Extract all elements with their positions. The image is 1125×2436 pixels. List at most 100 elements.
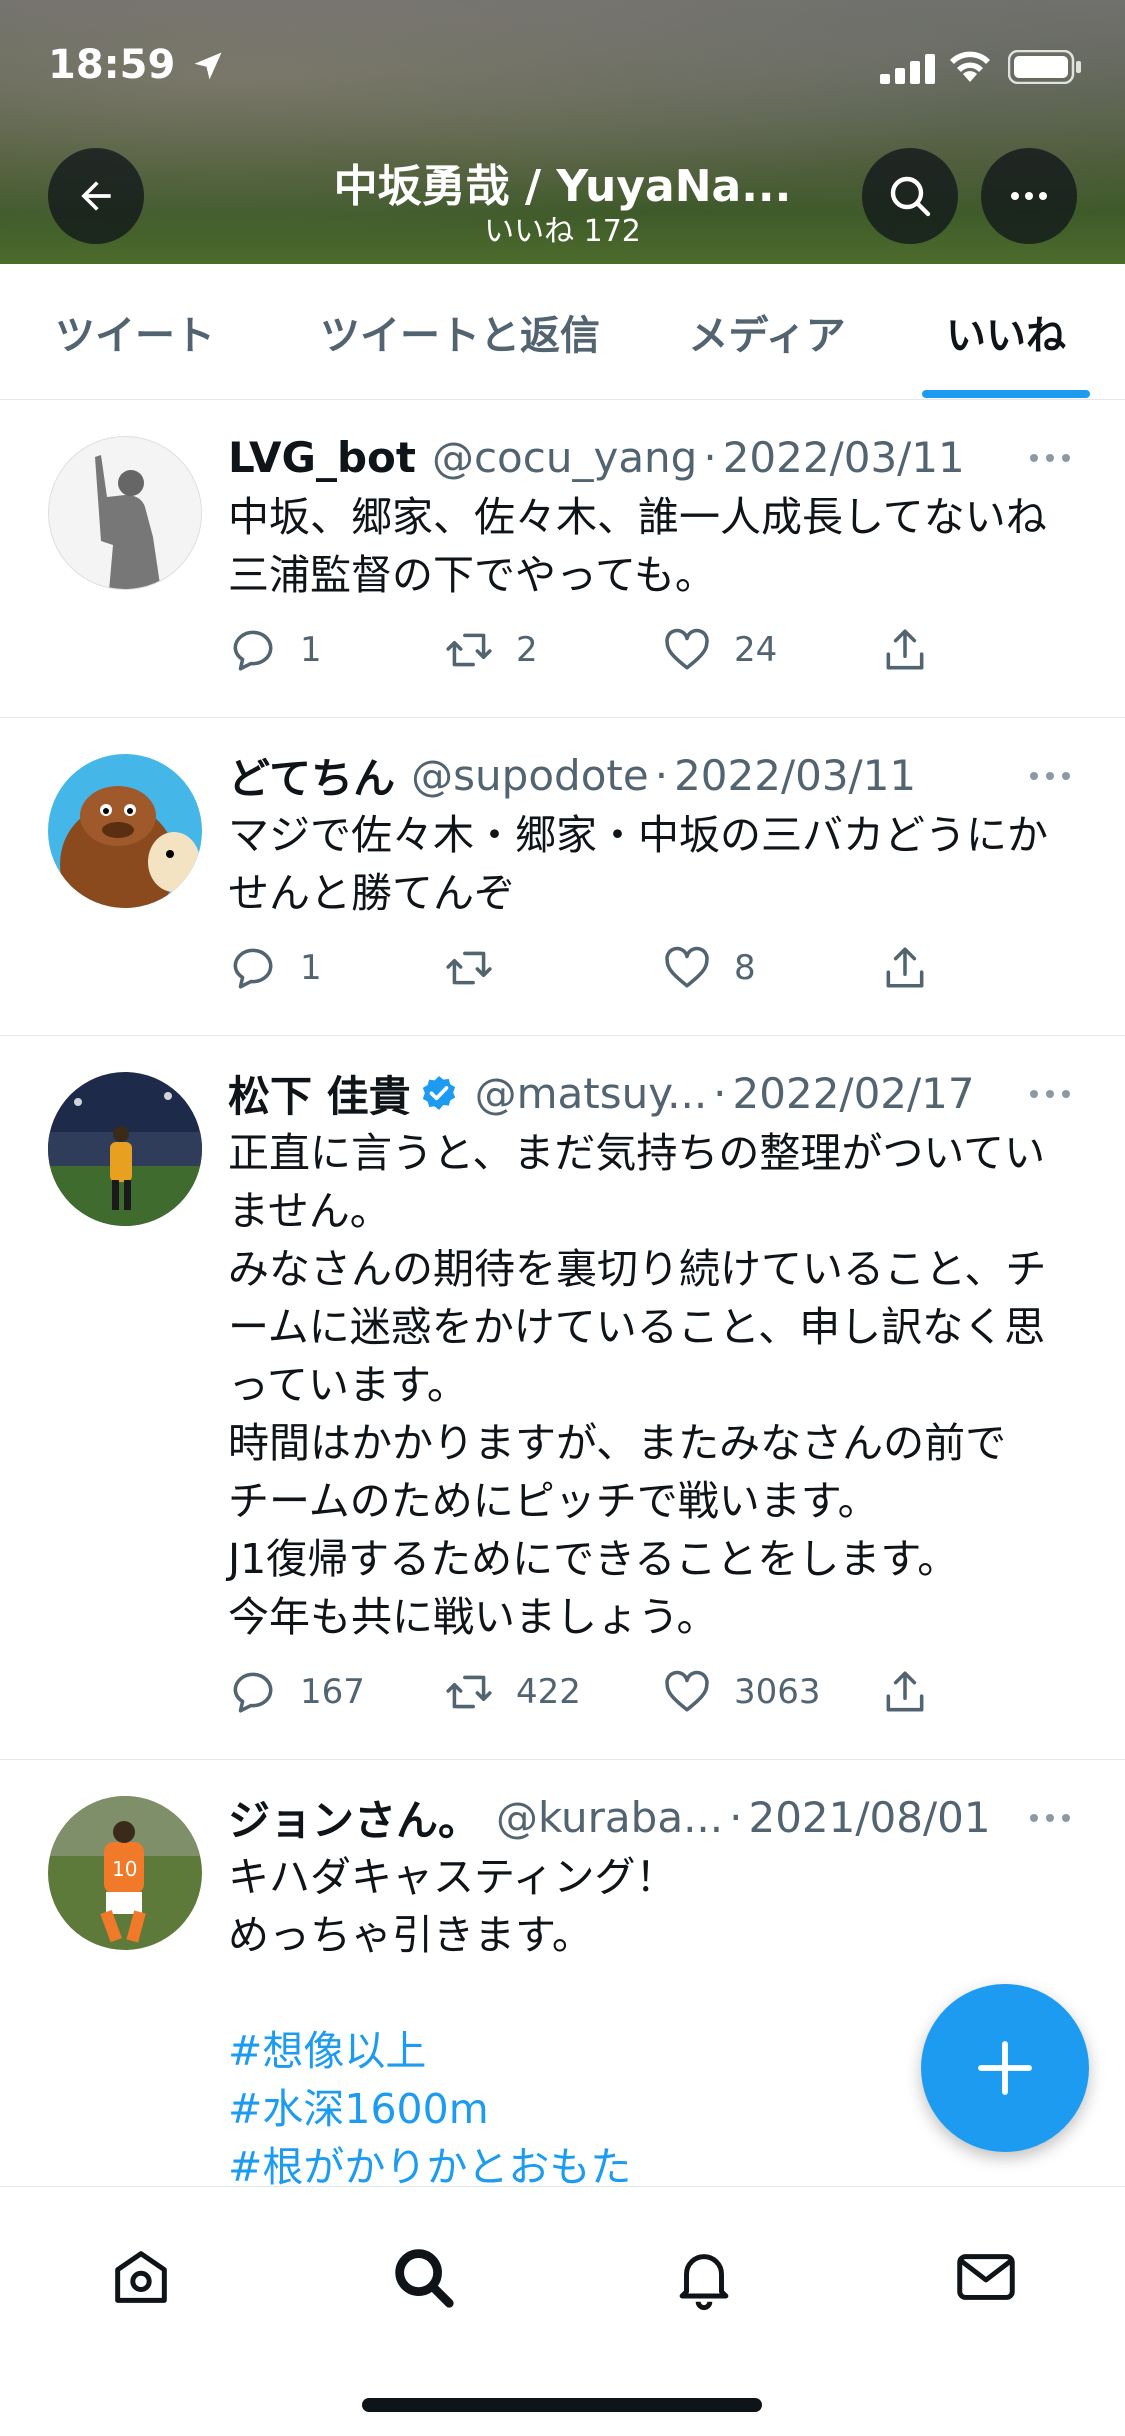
signal-icon <box>880 54 935 84</box>
separator-dot: · <box>729 1792 743 1842</box>
tweet-date[interactable]: 2021/08/01 <box>748 1793 990 1842</box>
tweet-more-icon[interactable] <box>1027 768 1073 784</box>
wifi-icon <box>950 51 990 82</box>
tweet-card[interactable]: どてちん @supodote · 2022/03/11 マジで佐々木・郷家・中坂… <box>0 718 1125 1036</box>
tab-tweets-and-replies[interactable]: ツイートと返信 <box>300 264 620 400</box>
tab-active-indicator <box>922 390 1090 398</box>
nav-notifications[interactable] <box>664 2237 744 2317</box>
tweet-more-icon[interactable] <box>1027 450 1073 466</box>
tweet-text-line: マジで佐々木・郷家・中坂の三バカどうにか <box>228 811 1048 859</box>
author-name[interactable]: ジョンさん。 <box>228 1787 480 1848</box>
avatar-stadium-photo <box>48 1072 202 1226</box>
messages-mail-icon <box>957 2254 1015 2300</box>
reply-button[interactable]: 167 <box>228 1662 365 1722</box>
tweet-text: 中坂、郷家、佐々木、誰一人成長してないね 三浦監督の下でやっても。 <box>228 488 1088 604</box>
reply-button[interactable]: 1 <box>228 620 322 680</box>
reply-count: 167 <box>300 1672 365 1712</box>
tweet-actions: 167 422 3063 <box>228 1662 1088 1722</box>
status-bar: 18:59 <box>0 0 1125 130</box>
home-indicator[interactable] <box>362 2398 762 2412</box>
reply-icon <box>233 948 273 989</box>
tweet-text-line: 中坂、郷家、佐々木、誰一人成長してないね <box>228 493 1047 541</box>
author-handle[interactable]: @kuraba... <box>496 1793 723 1842</box>
tweet-text: 正直に言うと、まだ気持ちの整理がついてい ません。 みなさんの期待を裏切り続けて… <box>228 1124 1088 1646</box>
share-button[interactable] <box>880 620 952 680</box>
tab-media[interactable]: メディア <box>674 264 860 400</box>
like-icon <box>665 946 709 988</box>
avatar-silhouette-image <box>49 437 201 589</box>
retweet-count: 422 <box>516 1672 581 1712</box>
tweet-date[interactable]: 2022/03/11 <box>674 751 916 800</box>
retweet-icon <box>446 1675 492 1709</box>
retweet-button[interactable]: 422 <box>444 1662 581 1722</box>
retweet-button[interactable]: 2 <box>444 620 538 680</box>
profile-tabs: ツイート ツイートと返信 メディア いいね <box>0 264 1125 400</box>
location-icon <box>194 52 222 80</box>
like-button[interactable]: 3063 <box>662 1662 821 1722</box>
author-name[interactable]: どてちん <box>228 745 395 806</box>
explore-search-icon <box>395 2249 454 2308</box>
share-button[interactable] <box>880 938 952 998</box>
reply-icon <box>233 1672 273 1713</box>
tweet-date[interactable]: 2022/02/17 <box>733 1069 975 1118</box>
author-name[interactable]: 松下 佳貴 <box>228 1063 411 1124</box>
tab-tweets[interactable]: ツイート <box>40 264 230 400</box>
more-button[interactable] <box>981 148 1077 244</box>
retweet-count: 2 <box>516 630 538 670</box>
tab-likes[interactable]: いいね <box>922 264 1090 400</box>
tweet-more-icon[interactable] <box>1027 1810 1073 1826</box>
like-icon <box>665 1670 709 1712</box>
tweet-text-line: キハダキャスティング！ <box>228 1853 677 1901</box>
tweet-text-line: 正直に言うと、まだ気持ちの整理がついてい <box>228 1129 1046 1177</box>
tweet-card[interactable]: LVG_bot @cocu_yang · 2022/03/11 中坂、郷家、佐々… <box>0 400 1125 718</box>
home-icon <box>115 2251 167 2303</box>
avatar-soccer-photo: 10 <box>48 1796 202 1950</box>
profile-name: 中坂勇哉 / YuyaNa... <box>333 161 792 212</box>
retweet-button[interactable] <box>444 938 516 998</box>
hashtag-link[interactable]: #根がかりかとおもた <box>228 2138 1088 2186</box>
like-button[interactable]: 8 <box>662 938 756 998</box>
verified-badge-icon <box>422 1076 455 1110</box>
avatar[interactable] <box>48 436 202 590</box>
share-button[interactable] <box>880 1662 952 1722</box>
retweet-icon <box>446 951 492 985</box>
retweet-icon <box>446 633 492 667</box>
tweet-header: ジョンさん。 @kuraba... · 2021/08/01 <box>228 1792 1025 1845</box>
tweet-text-line: ません。 <box>228 1187 391 1235</box>
tweet-actions: 1 2 24 <box>228 620 1088 680</box>
author-name[interactable]: LVG_bot <box>228 433 416 482</box>
tweet-text-line: 時間はかかりますが、またみなさんの前で <box>228 1419 1007 1467</box>
like-button[interactable]: 24 <box>662 620 777 680</box>
reply-count: 1 <box>300 630 322 670</box>
avatar[interactable]: 10 <box>48 1796 202 1950</box>
tweet-text-line: せんと勝てんぞ <box>228 869 515 917</box>
tweet-date[interactable]: 2022/03/11 <box>723 433 965 482</box>
separator-dot: · <box>703 432 717 482</box>
tweet-actions: 1 8 <box>228 938 1088 998</box>
tweet-text-line: チームのためにピッチで戦います。 <box>228 1477 879 1525</box>
author-handle[interactable]: @matsuy... <box>475 1069 708 1118</box>
compose-tweet-button[interactable] <box>921 1984 1089 2152</box>
tweet-text-line: 三浦監督の下でやっても。 <box>228 551 716 599</box>
reply-button[interactable]: 1 <box>228 938 322 998</box>
tweet-header: どてちん @supodote · 2022/03/11 <box>228 750 1025 803</box>
like-count: 24 <box>734 630 778 670</box>
more-icon <box>1011 192 1047 200</box>
back-arrow-icon <box>81 181 111 211</box>
avatar[interactable] <box>48 1072 202 1226</box>
share-icon <box>886 629 924 670</box>
like-icon <box>665 628 709 670</box>
nav-home[interactable] <box>101 2237 181 2317</box>
avatar[interactable] <box>48 754 202 908</box>
back-button[interactable] <box>48 148 144 244</box>
nav-messages[interactable] <box>946 2237 1026 2317</box>
tweet-more-icon[interactable] <box>1027 1086 1073 1102</box>
author-handle[interactable]: @cocu_yang <box>432 433 697 482</box>
likes-count: いいね 172 <box>484 214 641 249</box>
profile-header: 18:59 中坂勇哉 / YuyaNa... いいね 172 <box>0 0 1125 264</box>
nav-explore[interactable] <box>383 2237 463 2317</box>
search-icon <box>890 176 931 217</box>
author-handle[interactable]: @supodote <box>411 751 649 800</box>
tweet-card[interactable]: 松下 佳貴 @matsuy... · 2022/02/17 正直に言うと、まだ気… <box>0 1036 1125 1760</box>
search-button[interactable] <box>862 148 958 244</box>
